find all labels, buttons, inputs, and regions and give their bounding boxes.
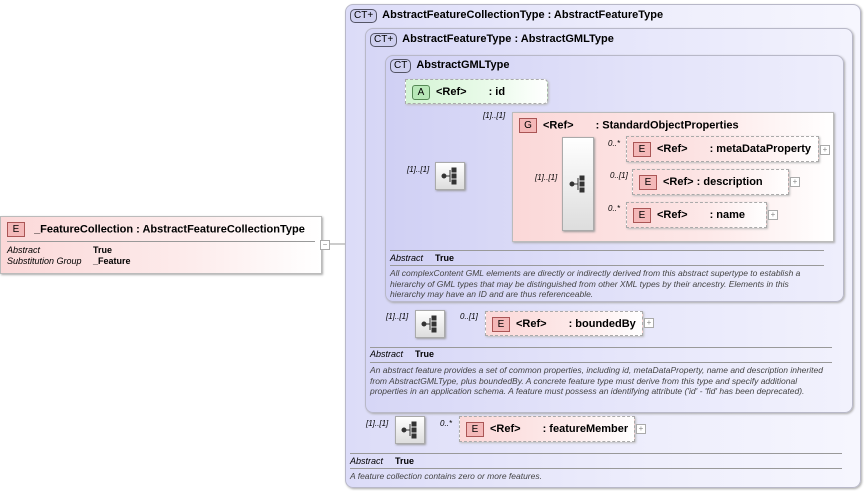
expand-toggle[interactable]: + <box>820 145 830 155</box>
cardinality: 0..* <box>440 419 453 428</box>
abstract-label: Abstract <box>350 456 384 466</box>
expand-toggle[interactable]: + <box>768 210 778 220</box>
cardinality: [1]..[1] <box>535 173 558 182</box>
cardinality: 0..* <box>608 204 621 213</box>
expand-toggle[interactable]: + <box>644 318 654 328</box>
group-name: : StandardObjectProperties <box>595 119 739 132</box>
abstract-label: Abstract <box>390 253 424 263</box>
element-name: : featureMember <box>542 423 629 435</box>
prop-key: Substitution Group <box>7 256 82 266</box>
cardinality: 0..[1] <box>610 171 628 180</box>
element-name: : metaDataProperty <box>709 143 812 155</box>
complex-type-badge: CT+ <box>350 9 378 23</box>
element-boundedby[interactable]: E <Ref> : boundedBy <box>485 311 643 336</box>
documentation: A feature collection contains zero or mo… <box>350 471 542 481</box>
documentation: All complexContent GML elements are dire… <box>390 268 801 299</box>
ref-label: <Ref> <box>663 176 694 188</box>
sequence-icon[interactable] <box>415 310 445 338</box>
ref-label: <Ref> <box>516 318 547 330</box>
root-name: _FeatureCollection <box>34 223 134 236</box>
element-description[interactable]: E <Ref> : description <box>632 169 789 195</box>
root-element[interactable]: E _FeatureCollection : AbstractFeatureCo… <box>0 216 322 274</box>
root-type: : AbstractFeatureCollectionType <box>136 223 305 236</box>
sequence-icon[interactable] <box>562 137 594 231</box>
prop-value: _Feature <box>93 256 131 266</box>
cardinality: 0..* <box>608 139 621 148</box>
attribute-badge: A <box>412 84 430 100</box>
abstract-value: True <box>435 253 455 263</box>
ref-label: <Ref> <box>657 209 688 221</box>
element-badge: E <box>639 174 657 190</box>
prop-value: True <box>93 245 113 255</box>
element-name: : boundedBy <box>568 318 636 330</box>
complex-type-badge: CT <box>390 59 412 73</box>
element-badge: E <box>492 316 510 332</box>
element-name: : name <box>709 209 746 221</box>
cardinality: [1]..[1] <box>407 165 430 174</box>
attribute-id[interactable]: A <Ref> : id <box>405 79 548 104</box>
element-metadataproperty[interactable]: E <Ref> : metaDataProperty <box>626 136 819 162</box>
ref-label: <Ref> <box>436 86 467 98</box>
cardinality: [1]..[1] <box>366 419 389 428</box>
cardinality: [1]..[1] <box>483 111 506 120</box>
ref-label: <Ref> <box>657 143 688 155</box>
expand-toggle[interactable]: + <box>790 177 800 187</box>
ct-title: AbstractGMLType <box>416 59 510 71</box>
element-featuremember[interactable]: E <Ref> : featureMember <box>459 416 635 442</box>
element-badge: E <box>633 207 651 223</box>
abstract-value: True <box>395 456 415 466</box>
ref-label: <Ref> <box>543 119 574 132</box>
element-name[interactable]: E <Ref> : name <box>626 202 767 228</box>
abstract-value: True <box>415 349 435 359</box>
prop-key: Abstract <box>7 245 41 255</box>
group-badge: G <box>519 118 537 133</box>
ct-title: AbstractFeatureCollectionType : Abstract… <box>382 9 664 21</box>
element-badge: E <box>466 421 484 437</box>
expand-toggle[interactable]: + <box>636 424 646 434</box>
cardinality: 0..[1] <box>460 312 478 321</box>
attribute-name: : id <box>488 86 506 98</box>
cardinality: [1]..[1] <box>386 312 409 321</box>
ct-title: AbstractFeatureType : AbstractGMLType <box>402 33 614 45</box>
element-badge: E <box>7 222 25 237</box>
documentation: An abstract feature provides a set of co… <box>370 365 823 396</box>
sequence-icon[interactable] <box>395 416 425 444</box>
collapse-toggle[interactable]: − <box>320 240 330 250</box>
abstract-label: Abstract <box>370 349 404 359</box>
ref-label: <Ref> <box>490 423 521 435</box>
element-name: : description <box>696 176 763 188</box>
complex-type-badge: CT+ <box>370 33 398 47</box>
element-badge: E <box>633 141 651 157</box>
sequence-icon[interactable] <box>435 162 465 190</box>
